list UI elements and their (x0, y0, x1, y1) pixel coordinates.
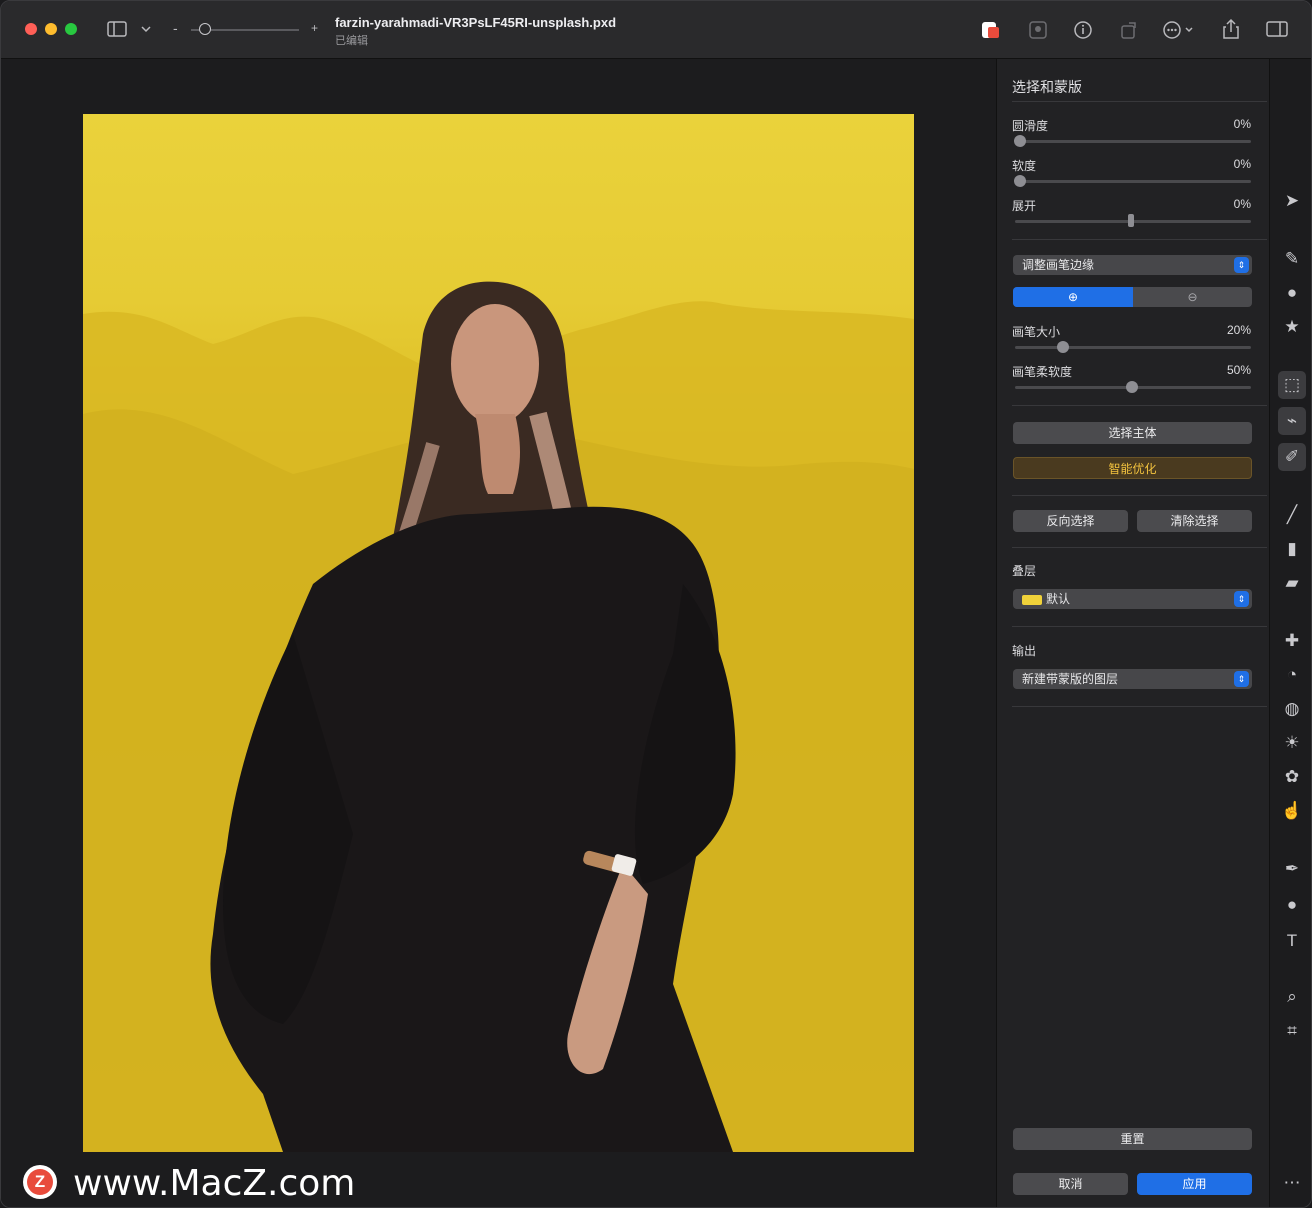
blur-tool-icon[interactable]: ◍ (1278, 695, 1306, 723)
divider (1012, 547, 1267, 548)
brush-size-label: 画笔大小 (1012, 325, 1061, 339)
lasso-tool-icon[interactable]: ⌁ (1278, 407, 1306, 435)
paint-bucket-icon[interactable]: ▮ (1278, 535, 1306, 563)
effects-tool-icon[interactable]: ● (1278, 279, 1306, 307)
divider (1012, 405, 1267, 406)
clone-tool-icon[interactable]: ◔ (1278, 661, 1306, 689)
zoom-out-icon[interactable]: - (173, 21, 178, 35)
smudge-tool-icon[interactable]: ☝ (1278, 797, 1306, 825)
zoom-tool-icon[interactable]: ⌕ (1278, 983, 1306, 1011)
divider (1012, 239, 1267, 240)
brush-size-slider[interactable] (1015, 346, 1251, 349)
quick-select-brush-icon[interactable]: ✐ (1278, 443, 1306, 471)
expand-slider-knob[interactable] (1128, 214, 1134, 227)
share-icon[interactable] (1221, 18, 1241, 40)
text-tool-icon[interactable]: T (1278, 927, 1306, 955)
style-tool-icon[interactable]: ✎ (1278, 245, 1306, 273)
document-title: farzin-yarahmadi-VR3PsLF45RI-unsplash.px… (335, 15, 617, 30)
tool-strip: ➤ ✎ ● ★ ⬚ ⌁ ✐ ╱ ▮ ▰ ✚ ◔ ◍ ☀ ✿ ☝ ✒ ● T ⌕ … (1269, 59, 1311, 1207)
arrow-tool-icon[interactable]: ➤ (1278, 187, 1306, 215)
select-mask-panel: 选择和蒙版 圆滑度 0% 软度 0% 展开 0% 调整画笔边缘 ⇕ ⊕ ⊖ 画笔… (996, 59, 1269, 1207)
document-status: 已编辑 (335, 35, 368, 47)
brush-add-icon[interactable]: ⊕ (1013, 287, 1133, 307)
color-adjust-icon[interactable] (979, 18, 1003, 42)
watermark-text: www.MacZ.com (73, 1163, 356, 1204)
portrait-icon[interactable] (1028, 20, 1048, 40)
favorites-tool-icon[interactable]: ★ (1278, 313, 1306, 341)
zoom-in-icon[interactable]: + (311, 22, 318, 34)
pen-tool-icon[interactable]: ✒ (1278, 855, 1306, 883)
output-select[interactable]: 新建带蒙版的图层 ⇕ (1013, 669, 1252, 689)
rect-select-tool-icon[interactable]: ⬚ (1278, 371, 1306, 399)
repair-tool-icon[interactable]: ✚ (1278, 627, 1306, 655)
watermark-logo: Z (23, 1165, 57, 1199)
brush-size-slider-knob[interactable] (1057, 341, 1069, 353)
panel-title: 选择和蒙版 (1012, 79, 1082, 95)
rotate-icon[interactable] (1119, 20, 1139, 40)
brush-softness-slider-knob[interactable] (1126, 381, 1138, 393)
divider (1012, 706, 1267, 707)
paint-brush-icon[interactable]: ╱ (1278, 501, 1306, 529)
brush-softness-label: 画笔柔软度 (1012, 365, 1073, 379)
output-label: 输出 (1012, 644, 1037, 658)
right-sidebar-icon[interactable] (1266, 21, 1288, 37)
feather-label: 软度 (1012, 159, 1037, 173)
smoothness-slider[interactable] (1015, 140, 1251, 143)
zoom-slider-knob[interactable] (199, 23, 211, 35)
chevron-updown-icon: ⇕ (1234, 671, 1249, 687)
feather-slider[interactable] (1015, 180, 1251, 183)
maximize-window-button[interactable] (65, 23, 77, 35)
more-tools-icon[interactable]: ⋯ (1278, 1169, 1306, 1197)
eraser-icon[interactable]: ▰ (1278, 569, 1306, 597)
divider (1012, 101, 1267, 102)
reset-button[interactable]: 重置 (1013, 1128, 1252, 1150)
smoothness-slider-knob[interactable] (1014, 135, 1026, 147)
brush-add-subtract-toggle[interactable]: ⊕ ⊖ (1013, 287, 1252, 307)
apply-button[interactable]: 应用 (1137, 1173, 1252, 1195)
expand-label: 展开 (1012, 199, 1037, 213)
chevron-updown-icon: ⇕ (1234, 257, 1249, 273)
info-icon[interactable] (1073, 20, 1093, 40)
feather-slider-knob[interactable] (1014, 175, 1026, 187)
overlay-color-swatch (1022, 594, 1042, 605)
close-window-button[interactable] (25, 23, 37, 35)
more-icon[interactable] (1162, 20, 1196, 40)
brush-softness-value: 50% (1226, 363, 1251, 377)
feather-value: 0% (1233, 157, 1251, 171)
select-subject-button[interactable]: 选择主体 (1013, 422, 1252, 444)
divider (1012, 495, 1267, 496)
brush-mode-select[interactable]: 调整画笔边缘 ⇕ (1013, 255, 1252, 275)
overlay-select[interactable]: 默认 ⇕ (1013, 589, 1252, 609)
smoothness-value: 0% (1233, 117, 1251, 131)
cancel-button[interactable]: 取消 (1013, 1173, 1128, 1195)
title-bar: - + farzin-yarahmadi-VR3PsLF45RI-unsplas… (1, 1, 1311, 59)
chevron-down-icon[interactable] (141, 25, 151, 33)
divider (1012, 626, 1267, 627)
minimize-window-button[interactable] (45, 23, 57, 35)
person-silhouette (210, 281, 736, 1152)
sidebar-toggle-icon[interactable] (107, 21, 127, 37)
light-tool-icon[interactable]: ☀ (1278, 729, 1306, 757)
overlay-label: 叠层 (1012, 564, 1037, 578)
chevron-updown-icon: ⇕ (1234, 591, 1249, 607)
brush-size-value: 20% (1226, 323, 1251, 337)
invert-selection-button[interactable]: 反向选择 (1013, 510, 1128, 532)
clear-selection-button[interactable]: 清除选择 (1137, 510, 1252, 532)
expand-value: 0% (1233, 197, 1251, 211)
shape-tool-icon[interactable]: ● (1278, 891, 1306, 919)
app-window: - + farzin-yarahmadi-VR3PsLF45RI-unsplas… (0, 0, 1312, 1208)
sponge-tool-icon[interactable]: ✿ (1278, 763, 1306, 791)
smoothness-label: 圆滑度 (1012, 119, 1049, 133)
smart-refine-button[interactable]: 智能优化 (1013, 457, 1252, 479)
brush-subtract-icon[interactable]: ⊖ (1133, 287, 1252, 307)
crop-tool-icon[interactable]: ⌗ (1278, 1017, 1306, 1045)
photo-canvas[interactable] (83, 114, 914, 1152)
